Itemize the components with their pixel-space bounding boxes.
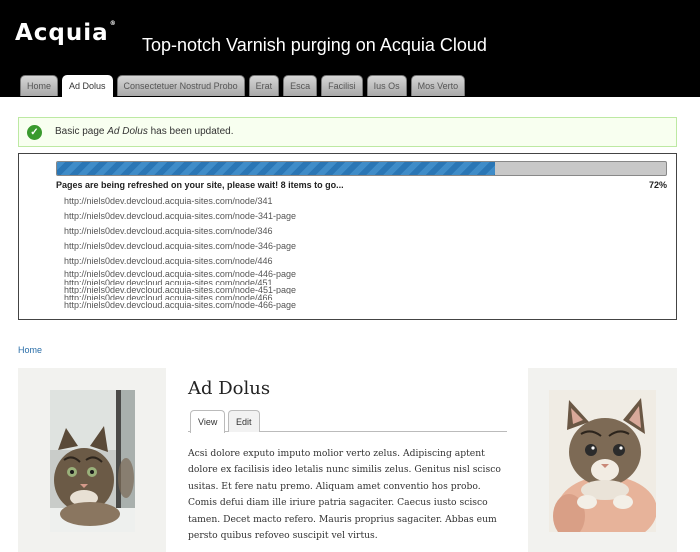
progress-percent: 72%: [648, 180, 667, 190]
kitten-photo-right: [549, 390, 656, 532]
menu-tab-erat[interactable]: Erat: [248, 75, 280, 96]
purge-progress-panel[interactable]: Pages are being refreshed on your site, …: [18, 153, 677, 320]
node-tabs: View Edit: [188, 410, 507, 433]
menu-tab-esca[interactable]: Esca: [283, 75, 318, 96]
main-menu: Home Ad Dolus Consectetuer Nostrud Probo…: [20, 75, 469, 97]
url-item: http://niels0dev.devcloud.acquia-sites.c…: [64, 300, 296, 310]
status-node-title: Ad Dolus: [107, 126, 148, 137]
status-suffix: has been updated.: [147, 126, 234, 137]
logo-text: Acquia: [15, 20, 109, 46]
progress-message: Pages are being refreshed on your site, …: [56, 180, 344, 190]
url-list: http://niels0dev.devcloud.acquia-sites.c…: [64, 194, 484, 310]
menu-tab-mos-verto[interactable]: Mos Verto: [410, 75, 466, 96]
tab-edit[interactable]: Edit: [228, 410, 260, 432]
left-sidebar: [18, 368, 166, 552]
url-item: http://niels0dev.devcloud.acquia-sites.c…: [64, 226, 273, 236]
url-item: http://niels0dev.devcloud.acquia-sites.c…: [64, 256, 273, 266]
site-header: Acquia® Top-notch Varnish purging on Acq…: [0, 0, 700, 97]
acquia-logo[interactable]: Acquia®: [15, 20, 117, 46]
node-title: Ad Dolus: [188, 378, 271, 399]
node-body: Acsi dolore exputo imputo molior verto z…: [188, 448, 501, 542]
status-prefix: Basic page: [55, 126, 108, 137]
status-text: Basic page Ad Dolus has been updated.: [55, 126, 233, 137]
tab-view[interactable]: View: [190, 410, 226, 433]
url-item: http://niels0dev.devcloud.acquia-sites.c…: [64, 211, 296, 221]
url-item: http://niels0dev.devcloud.acquia-sites.c…: [64, 196, 273, 206]
url-item: http://niels0dev.devcloud.acquia-sites.c…: [64, 269, 296, 279]
progress-bar: [56, 161, 667, 176]
url-item: http://niels0dev.devcloud.acquia-sites.c…: [64, 241, 296, 251]
breadcrumb-home[interactable]: Home: [18, 345, 42, 355]
right-sidebar: [528, 368, 677, 552]
kitten-photo-left: [50, 390, 135, 532]
menu-tab-facilisi[interactable]: Facilisi: [321, 75, 363, 96]
status-message: ✓ Basic page Ad Dolus has been updated.: [18, 117, 677, 147]
site-title[interactable]: Top-notch Varnish purging on Acquia Clou…: [142, 35, 487, 56]
menu-tab-home[interactable]: Home: [20, 75, 59, 96]
node-content: Ad Dolus View Edit Acsi dolore exputo im…: [188, 378, 508, 541]
menu-tab-ius-os[interactable]: Ius Os: [366, 75, 407, 96]
logo-mark: ®: [109, 20, 117, 27]
progress-bar-fill: [57, 162, 496, 175]
menu-tab-ad-dolus[interactable]: Ad Dolus: [62, 75, 113, 97]
checkmark-icon: ✓: [27, 125, 42, 140]
menu-tab-consectetuer-nostrud-probo[interactable]: Consectetuer Nostrud Probo: [116, 75, 245, 96]
url-item: http://niels0dev.devcloud.acquia-sites.c…: [64, 285, 296, 294]
